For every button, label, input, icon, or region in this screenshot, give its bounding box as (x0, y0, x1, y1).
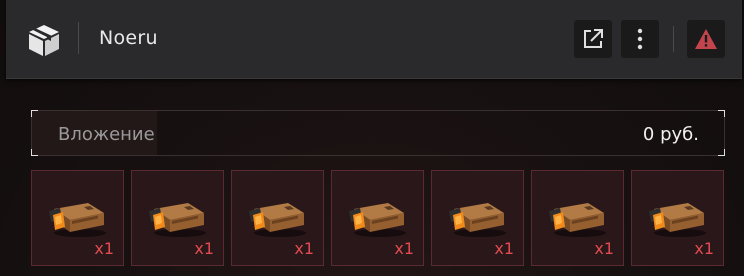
ammo-crate-icon (644, 195, 710, 239)
item-slot[interactable]: x1 (131, 170, 224, 266)
item-slot[interactable]: x1 (31, 170, 124, 266)
corner-top-left (31, 110, 38, 117)
more-vertical-icon (637, 28, 643, 50)
window: Noeru Вложение 0 руб. x1 x1 x1 x1 x1 x1 … (0, 0, 744, 276)
item-quantity: x1 (694, 239, 714, 258)
header-divider-right (673, 26, 674, 52)
header-bar: Noeru (6, 0, 742, 79)
item-quantity: x1 (294, 239, 314, 258)
more-options-button[interactable] (621, 20, 659, 58)
item-slot[interactable]: x1 (531, 170, 624, 266)
box-icon (29, 25, 59, 56)
ammo-crate-icon (344, 195, 410, 239)
open-external-button[interactable] (574, 20, 612, 58)
item-slot[interactable]: x1 (231, 170, 324, 266)
item-quantity: x1 (194, 239, 214, 258)
report-button[interactable] (687, 20, 725, 58)
header-divider (78, 22, 79, 54)
investment-label: Вложение (58, 124, 155, 145)
corner-bottom-left (31, 149, 38, 156)
investment-value: 0 руб. (642, 124, 699, 145)
item-slot[interactable]: x1 (331, 170, 424, 266)
ammo-crate-icon (544, 195, 610, 239)
external-link-icon (584, 29, 603, 48)
item-slot[interactable]: x1 (631, 170, 724, 266)
item-grid: x1 x1 x1 x1 x1 x1 x1 (31, 170, 727, 266)
item-slot[interactable]: x1 (431, 170, 524, 266)
warning-icon (695, 29, 717, 49)
page-title: Noeru (99, 27, 158, 49)
item-quantity: x1 (494, 239, 514, 258)
corner-top-right (718, 110, 725, 117)
item-quantity: x1 (394, 239, 414, 258)
ammo-crate-icon (444, 195, 510, 239)
ammo-crate-icon (44, 195, 110, 239)
corner-bottom-right (718, 149, 725, 156)
item-quantity: x1 (94, 239, 114, 258)
item-quantity: x1 (594, 239, 614, 258)
ammo-crate-icon (244, 195, 310, 239)
investment-field: Вложение 0 руб. (31, 110, 725, 156)
ammo-crate-icon (144, 195, 210, 239)
